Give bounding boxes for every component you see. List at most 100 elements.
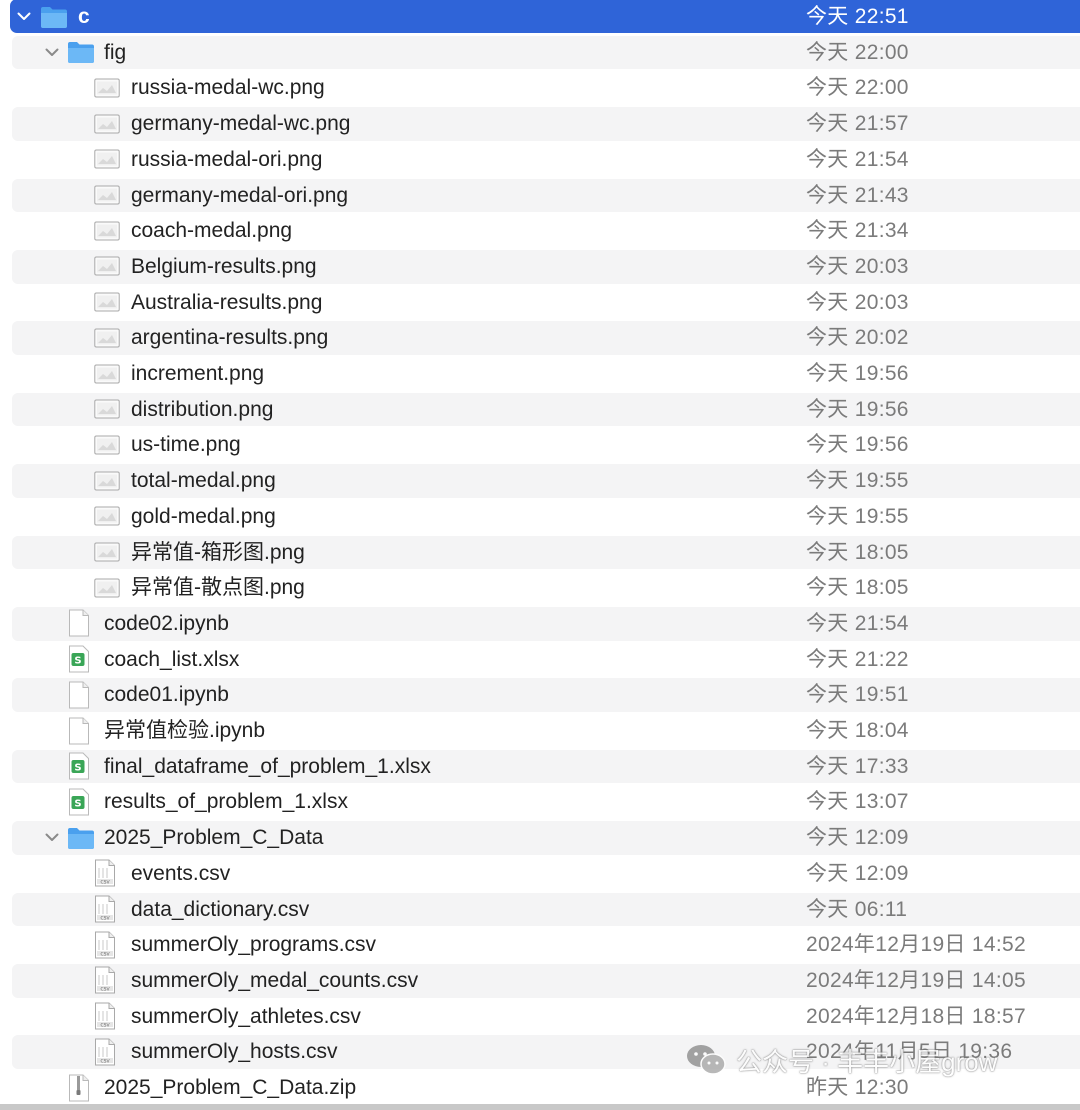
file-icon-wrapper (67, 820, 95, 855)
file-name: 异常值-散点图.png (131, 576, 305, 600)
file-name: summerOly_medal_counts.csv (131, 968, 419, 992)
file-row[interactable]: S results_of_problem_1.xlsx 今天 13:07 (0, 784, 1080, 820)
svg-text:S: S (74, 656, 81, 667)
file-name: distribution.png (131, 397, 274, 421)
file-row[interactable]: CSV summerOly_medal_counts.csv 2024年12月19… (0, 963, 1080, 999)
date-modified: 今天 12:09 (806, 861, 909, 885)
chevron-down-icon[interactable] (14, 0, 34, 34)
file-icon-wrapper (94, 142, 120, 177)
file-name: code01.ipynb (104, 683, 229, 707)
file-row[interactable]: total-medal.png 今天 19:55 (0, 463, 1080, 499)
date-modified: 今天 21:34 (806, 219, 909, 243)
chevron-down-icon[interactable] (42, 820, 62, 855)
folder-row[interactable]: fig 今天 22:00 (0, 35, 1080, 71)
file-row[interactable]: code02.ipynb 今天 21:54 (0, 606, 1080, 642)
file-name: germany-medal-wc.png (131, 112, 351, 136)
image-thumbnail-icon (94, 506, 120, 526)
image-thumbnail-icon (94, 364, 120, 383)
file-row[interactable]: 异常值检验.ipynb 今天 18:04 (0, 713, 1080, 749)
file-row[interactable]: Belgium-results.png 今天 20:03 (0, 249, 1080, 285)
file-name: results_of_problem_1.xlsx (104, 790, 348, 814)
file-row[interactable]: CSV summerOly_programs.csv 2024年12月19日 14… (0, 927, 1080, 963)
csv-file-icon: CSV (95, 1038, 115, 1066)
file-name: c (78, 5, 90, 28)
file-row[interactable]: S final_dataframe_of_problem_1.xlsx 今天 17… (0, 749, 1080, 785)
date-modified: 2024年12月19日 14:05 (806, 968, 1026, 992)
date-modified: 今天 20:03 (806, 254, 909, 278)
horizontal-scrollbar[interactable] (0, 1104, 1080, 1110)
file-row[interactable]: distribution.png 今天 19:56 (0, 392, 1080, 428)
file-row[interactable]: argentina-results.png 今天 20:02 (0, 320, 1080, 356)
file-icon-wrapper (94, 70, 120, 105)
file-name: summerOly_hosts.csv (131, 1040, 338, 1064)
file-icon-wrapper (67, 35, 95, 70)
file-name: us-time.png (131, 433, 241, 457)
date-modified: 今天 19:56 (806, 433, 909, 457)
image-thumbnail-icon (94, 114, 120, 134)
row-background (10, 0, 1080, 33)
file-icon-wrapper (68, 1070, 90, 1105)
folder-row[interactable]: c 今天 22:51 (0, 0, 1080, 35)
file-row[interactable]: CSV events.csv 今天 12:09 (0, 856, 1080, 892)
file-icon-wrapper: CSV (94, 856, 116, 891)
file-name: coach_list.xlsx (104, 647, 240, 671)
file-row[interactable]: Australia-results.png 今天 20:03 (0, 285, 1080, 321)
file-name: data_dictionary.csv (131, 897, 310, 921)
image-thumbnail-icon (94, 578, 120, 598)
file-row[interactable]: germany-medal-wc.png 今天 21:57 (0, 106, 1080, 142)
csv-file-icon: CSV (95, 966, 115, 994)
file-icon-wrapper: CSV (94, 999, 116, 1034)
date-modified: 今天 19:55 (806, 469, 909, 493)
file-name: increment.png (131, 362, 265, 385)
image-thumbnail-icon (94, 292, 120, 312)
file-row[interactable]: 异常值-箱形图.png 今天 18:05 (0, 535, 1080, 571)
file-icon-wrapper (68, 677, 90, 712)
file-row[interactable]: CSV summerOly_athletes.csv 2024年12月18日 18… (0, 999, 1080, 1035)
file-row[interactable]: 异常值-散点图.png 今天 18:05 (0, 570, 1080, 606)
file-row[interactable]: gold-medal.png 今天 19:55 (0, 499, 1080, 535)
file-row[interactable]: germany-medal-ori.png 今天 21:43 (0, 178, 1080, 214)
watermark-text: 公众号 · 丰丰小屋grow (736, 1046, 998, 1077)
file-icon-wrapper (68, 606, 90, 641)
file-row[interactable]: code01.ipynb 今天 19:51 (0, 677, 1080, 713)
file-name: russia-medal-ori.png (131, 147, 323, 171)
date-modified: 今天 22:00 (806, 40, 909, 64)
file-name: 异常值检验.ipynb (104, 719, 266, 742)
svg-text:CSV: CSV (100, 987, 110, 993)
date-modified: 2024年12月19日 14:52 (806, 933, 1026, 957)
csv-file-icon: CSV (95, 1002, 115, 1030)
file-row[interactable]: russia-medal-wc.png 今天 22:00 (0, 70, 1080, 106)
file-icon-wrapper: CSV (94, 927, 116, 962)
date-modified: 今天 19:56 (806, 397, 909, 421)
svg-text:CSV: CSV (100, 880, 110, 886)
chevron-down-icon[interactable] (42, 35, 62, 70)
image-thumbnail-icon (94, 221, 120, 241)
image-thumbnail-icon (94, 78, 120, 98)
svg-text:S: S (74, 798, 81, 809)
file-row[interactable]: increment.png 今天 19:56 (0, 356, 1080, 392)
folder-row[interactable]: 2025_Problem_C_Data 今天 12:09 (0, 820, 1080, 856)
file-icon-wrapper (94, 249, 120, 284)
date-modified: 今天 22:00 (806, 76, 909, 100)
file-icon-wrapper: CSV (94, 1034, 116, 1069)
file-row[interactable]: russia-medal-ori.png 今天 21:54 (0, 142, 1080, 178)
date-modified: 今天 20:02 (806, 326, 909, 350)
file-row[interactable]: CSV data_dictionary.csv 今天 06:11 (0, 892, 1080, 928)
file-icon-wrapper (94, 499, 120, 534)
image-thumbnail-icon (94, 328, 120, 348)
file-row[interactable]: S coach_list.xlsx 今天 21:22 (0, 642, 1080, 678)
file-icon-wrapper (94, 106, 120, 141)
document-icon (69, 609, 89, 637)
date-modified: 今天 18:05 (806, 576, 909, 600)
date-modified: 今天 18:04 (806, 719, 909, 742)
file-name: 2025_Problem_C_Data.zip (104, 1076, 357, 1099)
file-row[interactable]: coach-medal.png 今天 21:34 (0, 213, 1080, 249)
image-thumbnail-icon (94, 471, 120, 491)
svg-text:S: S (74, 763, 81, 774)
date-modified: 今天 18:05 (806, 540, 909, 564)
file-row[interactable]: us-time.png 今天 19:56 (0, 427, 1080, 463)
file-name: argentina-results.png (131, 326, 329, 350)
file-icon-wrapper (94, 285, 120, 320)
file-name: fig (104, 40, 127, 64)
image-thumbnail-icon (94, 185, 120, 205)
